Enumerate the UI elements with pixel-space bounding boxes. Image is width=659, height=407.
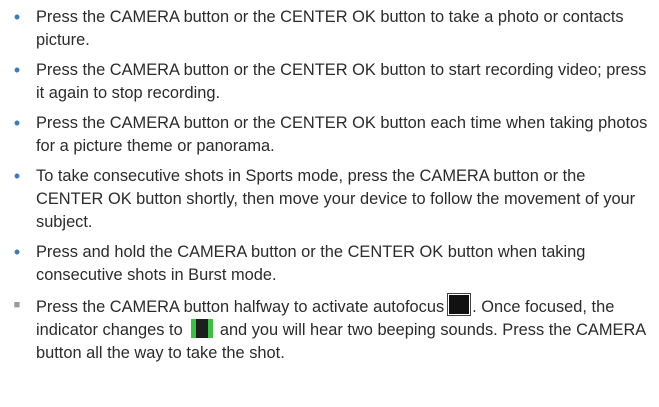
camera-tips-document: • Press the CAMERA button or the CENTER …	[0, 0, 659, 407]
bullet-dot-icon: •	[13, 113, 21, 133]
bullet-dot-icon: •	[13, 7, 21, 27]
bullet-text: Press the CAMERA button or the CENTER OK…	[36, 114, 648, 155]
bullet-text-part1: Press the CAMERA button halfway to activ…	[36, 298, 445, 316]
bullet-dot-icon: •	[13, 242, 21, 262]
bullet-text: Press the CAMERA button or the CENTER OK…	[36, 8, 624, 49]
bullet-square-icon: ■	[13, 299, 21, 311]
bullet-text: Press and hold the CAMERA button or the …	[36, 243, 586, 284]
bullet-text: Press the CAMERA button or the CENTER OK…	[36, 61, 647, 102]
bullet-dot-icon: •	[13, 60, 21, 80]
bullet-item-record-video: • Press the CAMERA button or the CENTER …	[10, 59, 653, 105]
autofocus-indicator-icon	[448, 294, 471, 315]
bullet-item-autofocus: ■ Press the CAMERA button halfway to act…	[10, 294, 653, 365]
focused-indicator-icon	[191, 319, 214, 338]
bullet-text: To take consecutive shots in Sports mode…	[36, 167, 636, 231]
bullet-item-burst-mode: • Press and hold the CAMERA button or th…	[10, 241, 653, 287]
bullet-item-picture-theme: • Press the CAMERA button or the CENTER …	[10, 112, 653, 158]
bullet-item-take-photo: • Press the CAMERA button or the CENTER …	[10, 6, 653, 52]
bullet-list: • Press the CAMERA button or the CENTER …	[10, 6, 653, 365]
bullet-item-sports-mode: • To take consecutive shots in Sports mo…	[10, 165, 653, 234]
bullet-dot-icon: •	[13, 166, 21, 186]
